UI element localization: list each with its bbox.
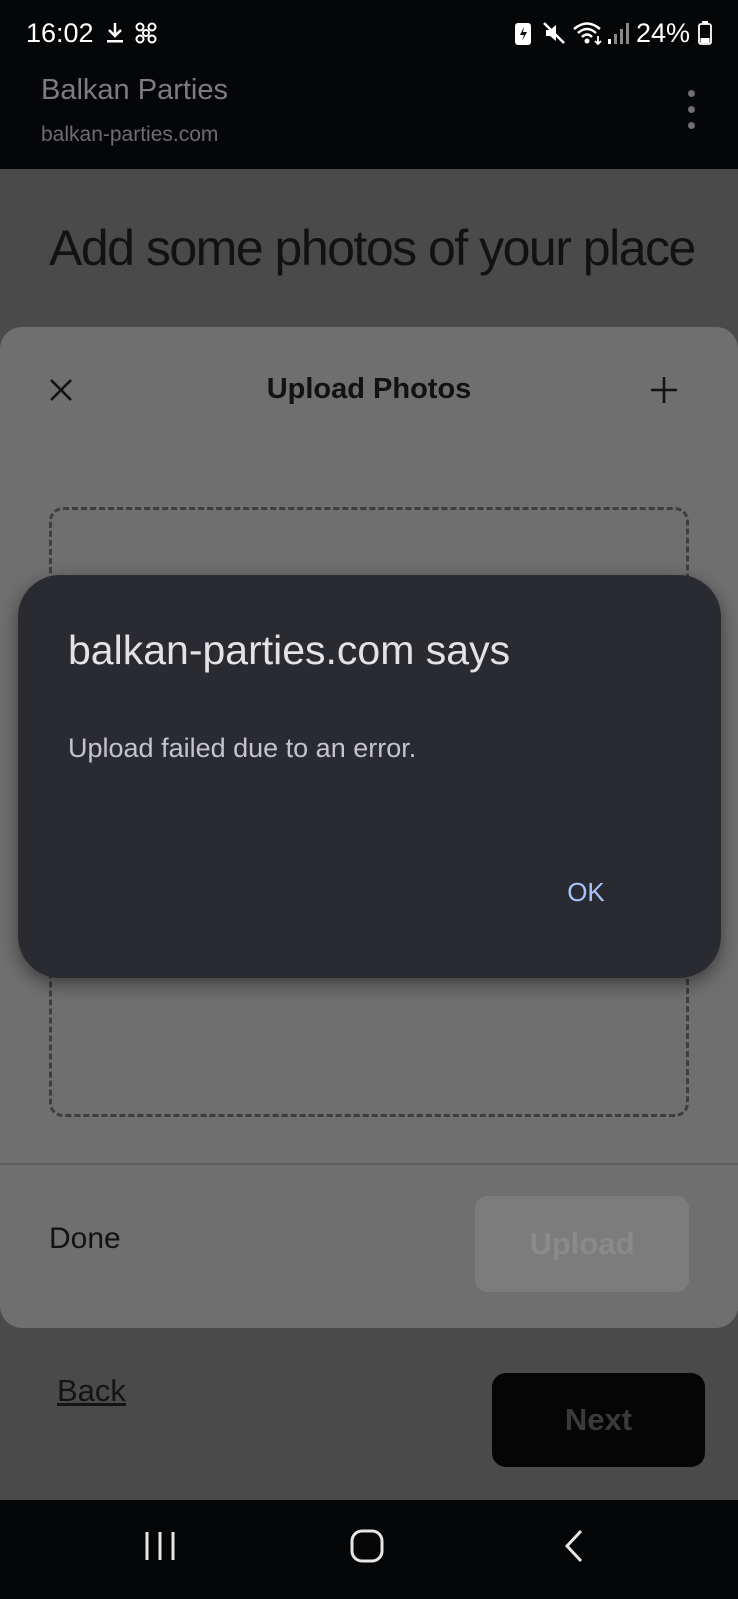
battery-percentage: 24% xyxy=(636,18,691,48)
download-icon xyxy=(107,23,123,43)
more-vert-icon[interactable] xyxy=(681,90,701,130)
site-title: Balkan Parties xyxy=(41,74,228,106)
ok-button[interactable]: OK xyxy=(546,867,626,917)
site-url: balkan-parties.com xyxy=(41,123,219,146)
alert-dialog: balkan-parties.com says Upload failed du… xyxy=(18,575,721,978)
dialog-message: Upload failed due to an error. xyxy=(68,733,417,763)
done-button[interactable]: Done xyxy=(49,1222,121,1256)
recent-apps-icon[interactable] xyxy=(143,1528,177,1564)
next-button[interactable]: Next xyxy=(492,1373,705,1467)
wifi-icon xyxy=(573,22,602,46)
pinwheel-icon xyxy=(135,22,157,44)
battery-icon xyxy=(698,21,712,45)
divider xyxy=(0,1163,738,1165)
system-nav-bar xyxy=(0,1500,738,1599)
status-time: 16:02 xyxy=(26,18,94,48)
page-heading: Add some photos of your place xyxy=(49,220,696,276)
upload-button[interactable]: Upload xyxy=(475,1196,689,1292)
battery-saver-icon xyxy=(515,23,531,45)
dialog-title: balkan-parties.com says xyxy=(68,627,511,673)
home-icon[interactable] xyxy=(349,1528,385,1564)
back-link[interactable]: Back xyxy=(57,1373,126,1409)
mute-icon xyxy=(543,22,565,44)
browser-app-bar: Balkan Parties balkan-parties.com xyxy=(0,70,738,169)
signal-icon xyxy=(608,23,629,44)
plus-icon[interactable] xyxy=(649,375,679,405)
back-icon[interactable] xyxy=(562,1528,586,1564)
status-bar: 16:02 24% xyxy=(0,0,738,70)
sheet-title: Upload Photos xyxy=(266,373,472,405)
